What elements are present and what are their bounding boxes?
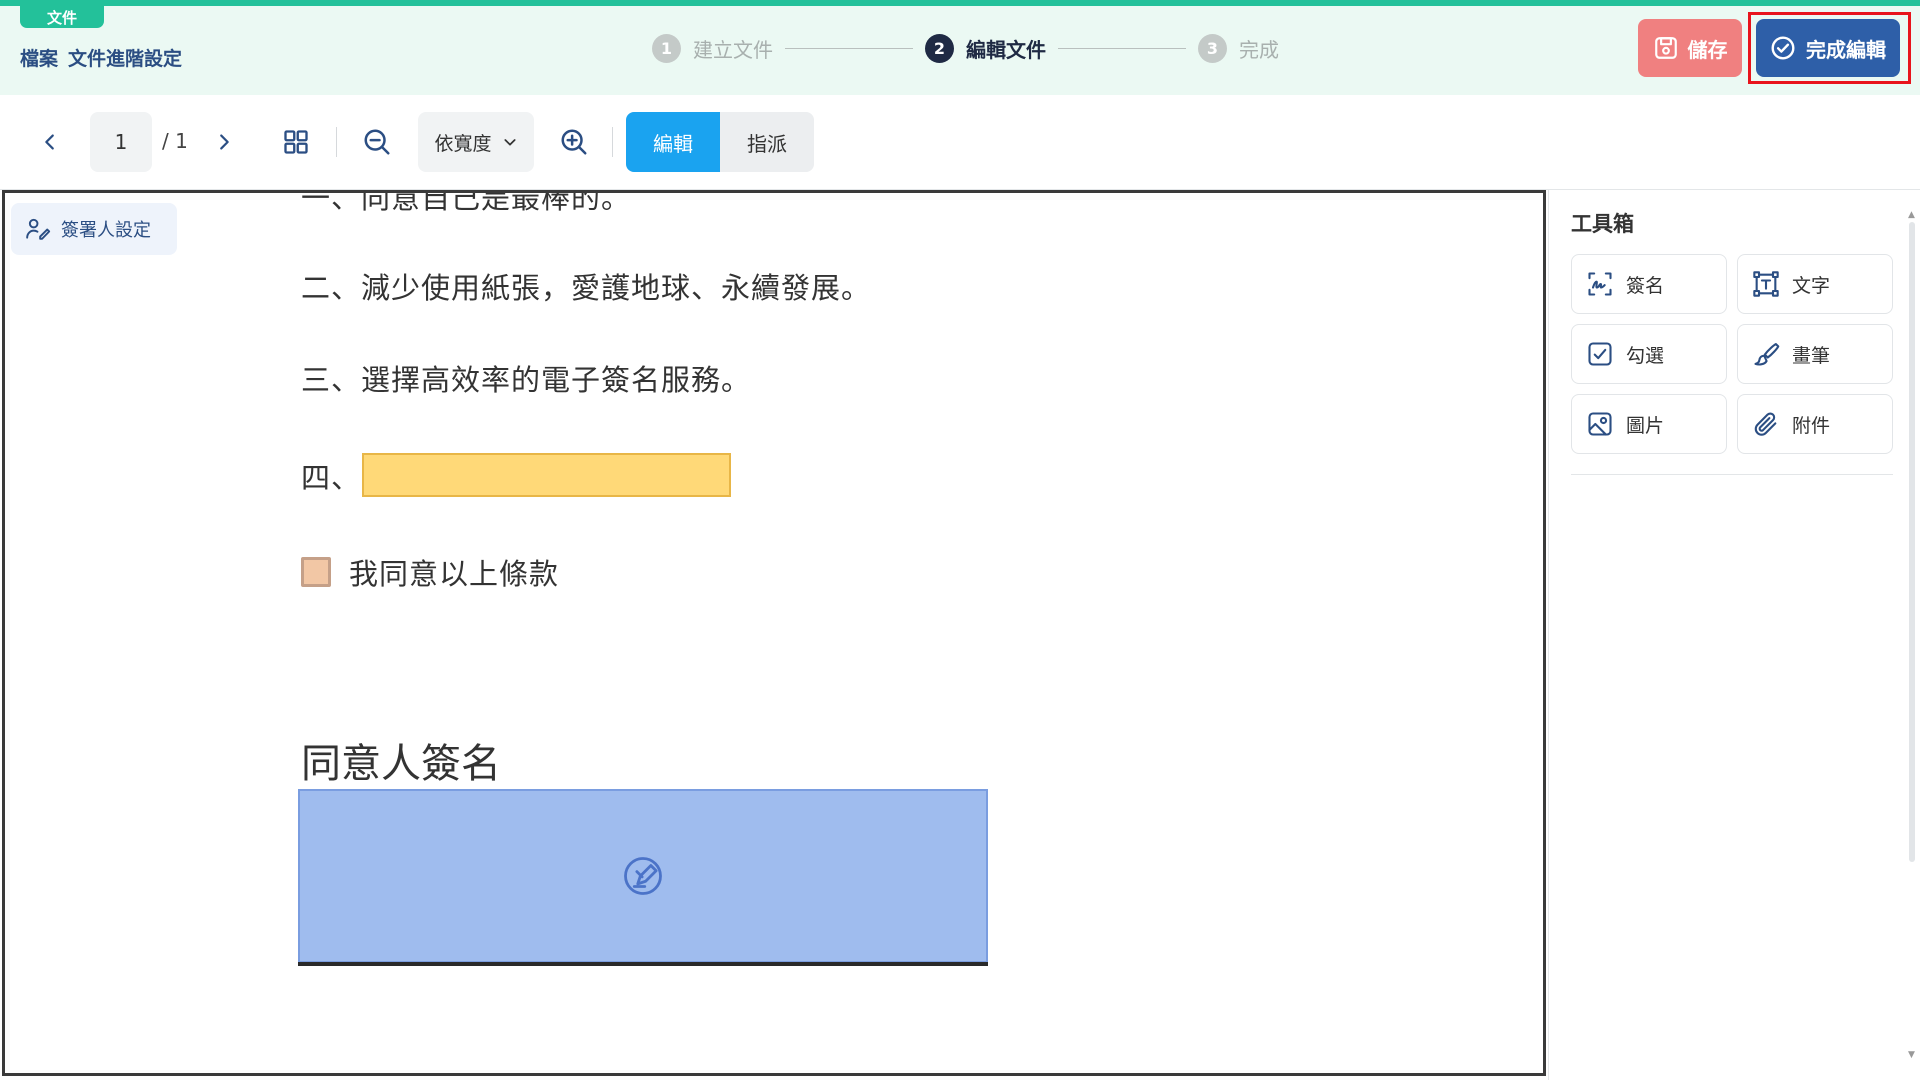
agree-checkbox-field[interactable] xyxy=(301,557,331,587)
tool-attachment[interactable]: 附件 xyxy=(1737,394,1893,454)
doc-clause-1: 一、同意自己是最棒的。 xyxy=(301,190,632,215)
zoom-out-button[interactable] xyxy=(357,122,397,162)
step-number: 1 xyxy=(652,33,681,63)
mode-toggle: 編輯 指派 xyxy=(626,112,814,172)
text-field-placeholder[interactable] xyxy=(362,453,731,497)
step-complete: 3 完成 xyxy=(1198,33,1279,63)
scroll-up-arrow[interactable]: ▲ xyxy=(1908,210,1915,220)
grid-icon xyxy=(284,130,308,154)
agree-checkbox-label: 我同意以上條款 xyxy=(349,557,560,591)
page-number-input[interactable]: 1 xyxy=(90,112,152,172)
tool-label: 簽名 xyxy=(1626,274,1665,297)
signature-field[interactable] xyxy=(298,789,988,963)
finish-editing-label: 完成編輯 xyxy=(1806,37,1886,62)
toolbox-divider xyxy=(1571,474,1893,475)
scroll-down-arrow[interactable]: ▼ xyxy=(1908,1050,1915,1060)
step-label: 編輯文件 xyxy=(966,37,1046,62)
zoom-in-icon xyxy=(561,129,587,155)
doc-clause-3: 三、選擇高效率的電子簽名服務。 xyxy=(301,363,752,397)
step-edit-document: 2 編輯文件 xyxy=(925,33,1046,63)
toolbox-title: 工具箱 xyxy=(1571,212,1634,236)
chevron-down-icon xyxy=(503,139,516,146)
step-number: 3 xyxy=(1198,33,1227,63)
floppy-icon xyxy=(1654,37,1677,59)
toolbar-divider xyxy=(612,127,613,157)
signer-settings-label: 簽署人設定 xyxy=(61,220,151,241)
signer-pen-icon xyxy=(26,218,51,240)
doc-clause-2: 二、減少使用紙張，愛護地球、永續發展。 xyxy=(301,271,872,305)
zoom-out-icon xyxy=(364,129,390,155)
step-connector xyxy=(1058,47,1186,49)
save-button[interactable]: 儲存 xyxy=(1638,19,1742,77)
accent-bar xyxy=(0,0,1920,6)
zoom-mode-select[interactable]: 依寬度 xyxy=(418,112,534,172)
step-number: 2 xyxy=(925,33,954,63)
toolbar-divider xyxy=(336,127,337,157)
tool-label: 勾選 xyxy=(1626,344,1665,367)
text-frame-icon xyxy=(1753,271,1779,297)
tool-label: 畫筆 xyxy=(1792,344,1831,367)
prev-page-button[interactable] xyxy=(30,122,70,162)
doc-tag: 文件 xyxy=(20,6,104,28)
chevron-right-icon xyxy=(220,134,229,150)
next-page-button[interactable] xyxy=(204,122,244,162)
tool-text[interactable]: 文字 xyxy=(1737,254,1893,314)
tool-label: 附件 xyxy=(1792,414,1831,437)
stepper: 1 建立文件 2 編輯文件 3 完成 xyxy=(652,33,1279,63)
mode-edit-tab[interactable]: 編輯 xyxy=(626,112,720,172)
doc-clause-4: 四、 xyxy=(301,461,362,495)
top-header: 文件 檔案 文件進階設定 1 建立文件 2 編輯文件 3 完成 儲存 完成編輯 xyxy=(0,0,1920,95)
tool-checkbox[interactable]: 勾選 xyxy=(1571,324,1727,384)
checkbox-icon xyxy=(1588,342,1612,366)
toolbox-scrollbar[interactable] xyxy=(1909,222,1915,862)
image-icon xyxy=(1588,412,1612,436)
toolbox-panel: 工具箱 簽名 文字 勾選 畫筆 圖片 附件 ▲ ▼ xyxy=(1548,190,1920,1080)
signature-stamp-icon xyxy=(624,857,662,895)
brush-icon xyxy=(1754,343,1780,366)
step-label: 建立文件 xyxy=(693,37,773,62)
chevron-left-icon xyxy=(45,134,54,150)
tool-signature[interactable]: 簽名 xyxy=(1571,254,1727,314)
step-create-document: 1 建立文件 xyxy=(652,33,773,63)
thumbnail-grid-button[interactable] xyxy=(276,122,316,162)
breadcrumb: 檔案 文件進階設定 xyxy=(20,44,182,71)
page-total: / 1 xyxy=(162,129,188,153)
signature-title: 同意人簽名 xyxy=(301,741,501,787)
zoom-in-button[interactable] xyxy=(554,122,594,162)
breadcrumb-file[interactable]: 檔案 xyxy=(20,44,58,71)
paperclip-icon xyxy=(1754,412,1777,436)
breadcrumb-advanced-settings: 文件進階設定 xyxy=(68,48,183,70)
check-circle-icon xyxy=(1771,36,1795,60)
finish-editing-button[interactable]: 完成編輯 xyxy=(1756,19,1900,77)
tool-label: 圖片 xyxy=(1626,414,1665,437)
signature-underline xyxy=(298,962,988,966)
tool-brush[interactable]: 畫筆 xyxy=(1737,324,1893,384)
document-viewer: 簽署人設定 一、同意自己是最棒的。 二、減少使用紙張，愛護地球、永續發展。 三、… xyxy=(2,190,1546,1076)
step-connector xyxy=(785,47,913,49)
tool-label: 文字 xyxy=(1792,274,1831,297)
tool-image[interactable]: 圖片 xyxy=(1571,394,1727,454)
save-label: 儲存 xyxy=(1687,37,1728,62)
signature-icon xyxy=(1588,272,1612,296)
step-label: 完成 xyxy=(1239,37,1279,62)
mode-assign-tab[interactable]: 指派 xyxy=(720,112,814,172)
zoom-mode-value: 依寬度 xyxy=(434,132,492,155)
viewer-toolbar: 1 / 1 依寬度 編輯 指派 xyxy=(0,95,1920,190)
signer-settings-button[interactable]: 簽署人設定 xyxy=(11,203,177,255)
